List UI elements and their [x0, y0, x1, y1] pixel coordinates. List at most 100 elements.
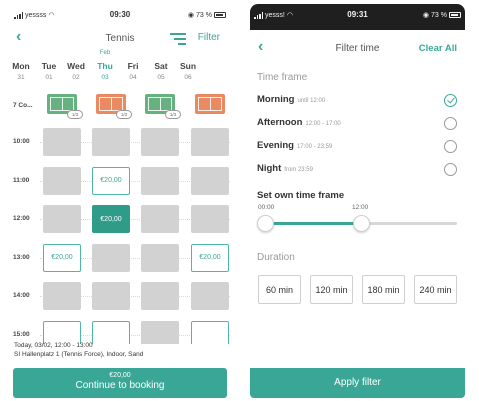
time-frame-night[interactable]: Night from 23:59	[257, 163, 457, 179]
slot-unavailable	[43, 205, 81, 233]
month-label	[119, 50, 147, 60]
check-circle-icon[interactable]	[444, 94, 457, 107]
slot-available[interactable]: €20,00	[43, 243, 81, 272]
duration-option-button[interactable]: 180 min	[362, 275, 405, 304]
booking-screen: yessss ◠ 09:30 ◉ 73 % ‹ Tennis Filter Mo…	[10, 4, 230, 398]
month-label	[10, 50, 35, 60]
slot-available[interactable]: €20,00	[191, 243, 229, 272]
time-frame-range: 17:00 - 23:59	[296, 144, 333, 150]
slider-start-handle[interactable]	[257, 215, 274, 232]
slot-unavailable	[43, 166, 81, 195]
month-label: Feb	[99, 50, 111, 56]
day-thu[interactable]: Feb Thu 03	[91, 50, 119, 81]
court-icon[interactable]	[195, 94, 225, 114]
slot-unavailable	[191, 205, 229, 233]
apply-filter-button[interactable]: Apply filter	[250, 368, 465, 398]
battery-percent: 73 %	[196, 11, 212, 19]
court-count-badge: 1/3	[116, 110, 132, 119]
day-date: 04	[129, 74, 137, 81]
day-date: 06	[184, 74, 192, 81]
slot-unavailable	[191, 128, 229, 156]
courts-row-label: 7 Co...	[13, 102, 33, 109]
day-date: 31	[17, 74, 25, 81]
slot-unavailable	[191, 282, 229, 310]
summary-datetime: Today, 03/02, 12:00 - 13:00	[14, 342, 93, 349]
availability-grid: 7 Co... 1/3 1/3 1/3 10:00 11:00 €20,00 12:00 €20…	[10, 92, 230, 344]
cta-price: €20,00	[109, 372, 131, 379]
court-count-badge: 1/3	[67, 110, 83, 119]
battery-icon	[214, 12, 226, 18]
time-frame-range: from 23:59	[284, 167, 313, 173]
slot-unavailable	[141, 282, 179, 310]
slot-unavailable	[92, 128, 130, 156]
day-name: Fri	[127, 61, 139, 71]
day-name: Tue	[41, 61, 57, 71]
day-mon[interactable]: Mon 31	[10, 50, 35, 81]
slot-available[interactable]: €20,00	[92, 166, 130, 195]
battery-percent: 73 %	[431, 11, 447, 19]
slot-unavailable	[141, 128, 179, 156]
time-frame-range: 12:00 - 17:00	[305, 121, 341, 127]
month-label	[174, 50, 202, 60]
time-frame-evening[interactable]: Evening 17:00 - 23:59	[257, 140, 457, 156]
top-bar: ‹ Tennis Filter	[10, 28, 230, 50]
radio-circle-icon[interactable]	[444, 140, 457, 153]
clear-all-button[interactable]: Clear All	[419, 43, 457, 54]
day-name: Sun	[179, 61, 197, 71]
filter-lines-icon[interactable]	[170, 33, 186, 45]
own-time-frame-label: Set own time frame	[257, 190, 345, 201]
day-fri[interactable]: Fri 04	[119, 50, 147, 81]
slot-unavailable	[141, 243, 179, 272]
time-frame-label: Morning	[257, 94, 295, 105]
time-frame-morning[interactable]: Morning until 12:00	[257, 94, 457, 110]
court-count-badge: 1/3	[165, 110, 181, 119]
continue-to-booking-button[interactable]: €20,00 Continue to booking	[13, 368, 227, 398]
slot-unavailable	[141, 205, 179, 233]
time-frame-label: Afternoon	[257, 117, 303, 128]
top-bar: ‹ Filter time Clear All	[250, 38, 465, 60]
booking-summary: Today, 03/02, 12:00 - 13:00 SI Hallenpla…	[14, 341, 230, 359]
time-range-fill	[265, 222, 361, 225]
slider-end-handle[interactable]	[353, 215, 370, 232]
summary-location: SI Hallenplatz 1 (Tennis Force), Indoor,…	[14, 351, 144, 358]
time-label: 14:00	[13, 292, 30, 299]
time-frame-afternoon[interactable]: Afternoon 12:00 - 17:00	[257, 117, 457, 133]
time-frame-label: Evening	[257, 140, 294, 151]
slot-unavailable	[92, 282, 130, 310]
time-label: 10:00	[13, 138, 30, 145]
filter-time-screen: yesss! ◠ 09:31 ◉ 73 % ‹ Filter time Clea…	[250, 4, 465, 398]
day-sat[interactable]: Sat 05	[147, 50, 175, 81]
slot-unavailable	[92, 243, 130, 272]
month-label	[147, 50, 175, 60]
day-name: Sat	[154, 61, 168, 71]
day-date: 02	[72, 74, 80, 81]
cta-label: Continue to booking	[75, 380, 165, 391]
day-name: Wed	[67, 61, 85, 71]
radio-circle-icon[interactable]	[444, 117, 457, 130]
status-bar: yesss! ◠ 09:31 ◉ 73 %	[250, 4, 465, 30]
slot-unavailable	[43, 282, 81, 310]
slot-unavailable	[43, 128, 81, 156]
time-frame-range: until 12:00	[297, 98, 326, 104]
day-wed[interactable]: Wed 02	[62, 50, 90, 81]
time-frame-heading: Time frame	[257, 72, 308, 83]
time-frame-label: Night	[257, 163, 282, 174]
month-label	[62, 50, 90, 60]
status-bar: yessss ◠ 09:30 ◉ 73 %	[10, 4, 230, 26]
slot-selected[interactable]: €20,00	[92, 205, 130, 233]
time-label: 12:00	[13, 215, 30, 222]
month-label	[35, 50, 63, 60]
day-tue[interactable]: Tue 01	[35, 50, 63, 81]
slider-start-label: 00:00	[258, 204, 275, 211]
day-date: 03	[101, 74, 109, 81]
duration-option-button[interactable]: 240 min	[414, 275, 457, 304]
day-selector: Mon 31 Tue 01 Wed 02 Feb Thu 03 Fri 04 Sat 05 Sun 06	[10, 50, 230, 90]
day-name: Mon	[12, 61, 30, 71]
filter-button[interactable]: Filter	[198, 32, 220, 43]
alarm-icon: ◉	[187, 12, 195, 19]
day-sun[interactable]: Sun 06	[174, 50, 202, 81]
time-label: 15:00	[13, 330, 30, 338]
duration-option-button[interactable]: 60 min	[258, 275, 301, 304]
radio-circle-icon[interactable]	[444, 163, 457, 176]
duration-option-button[interactable]: 120 min	[310, 275, 353, 304]
